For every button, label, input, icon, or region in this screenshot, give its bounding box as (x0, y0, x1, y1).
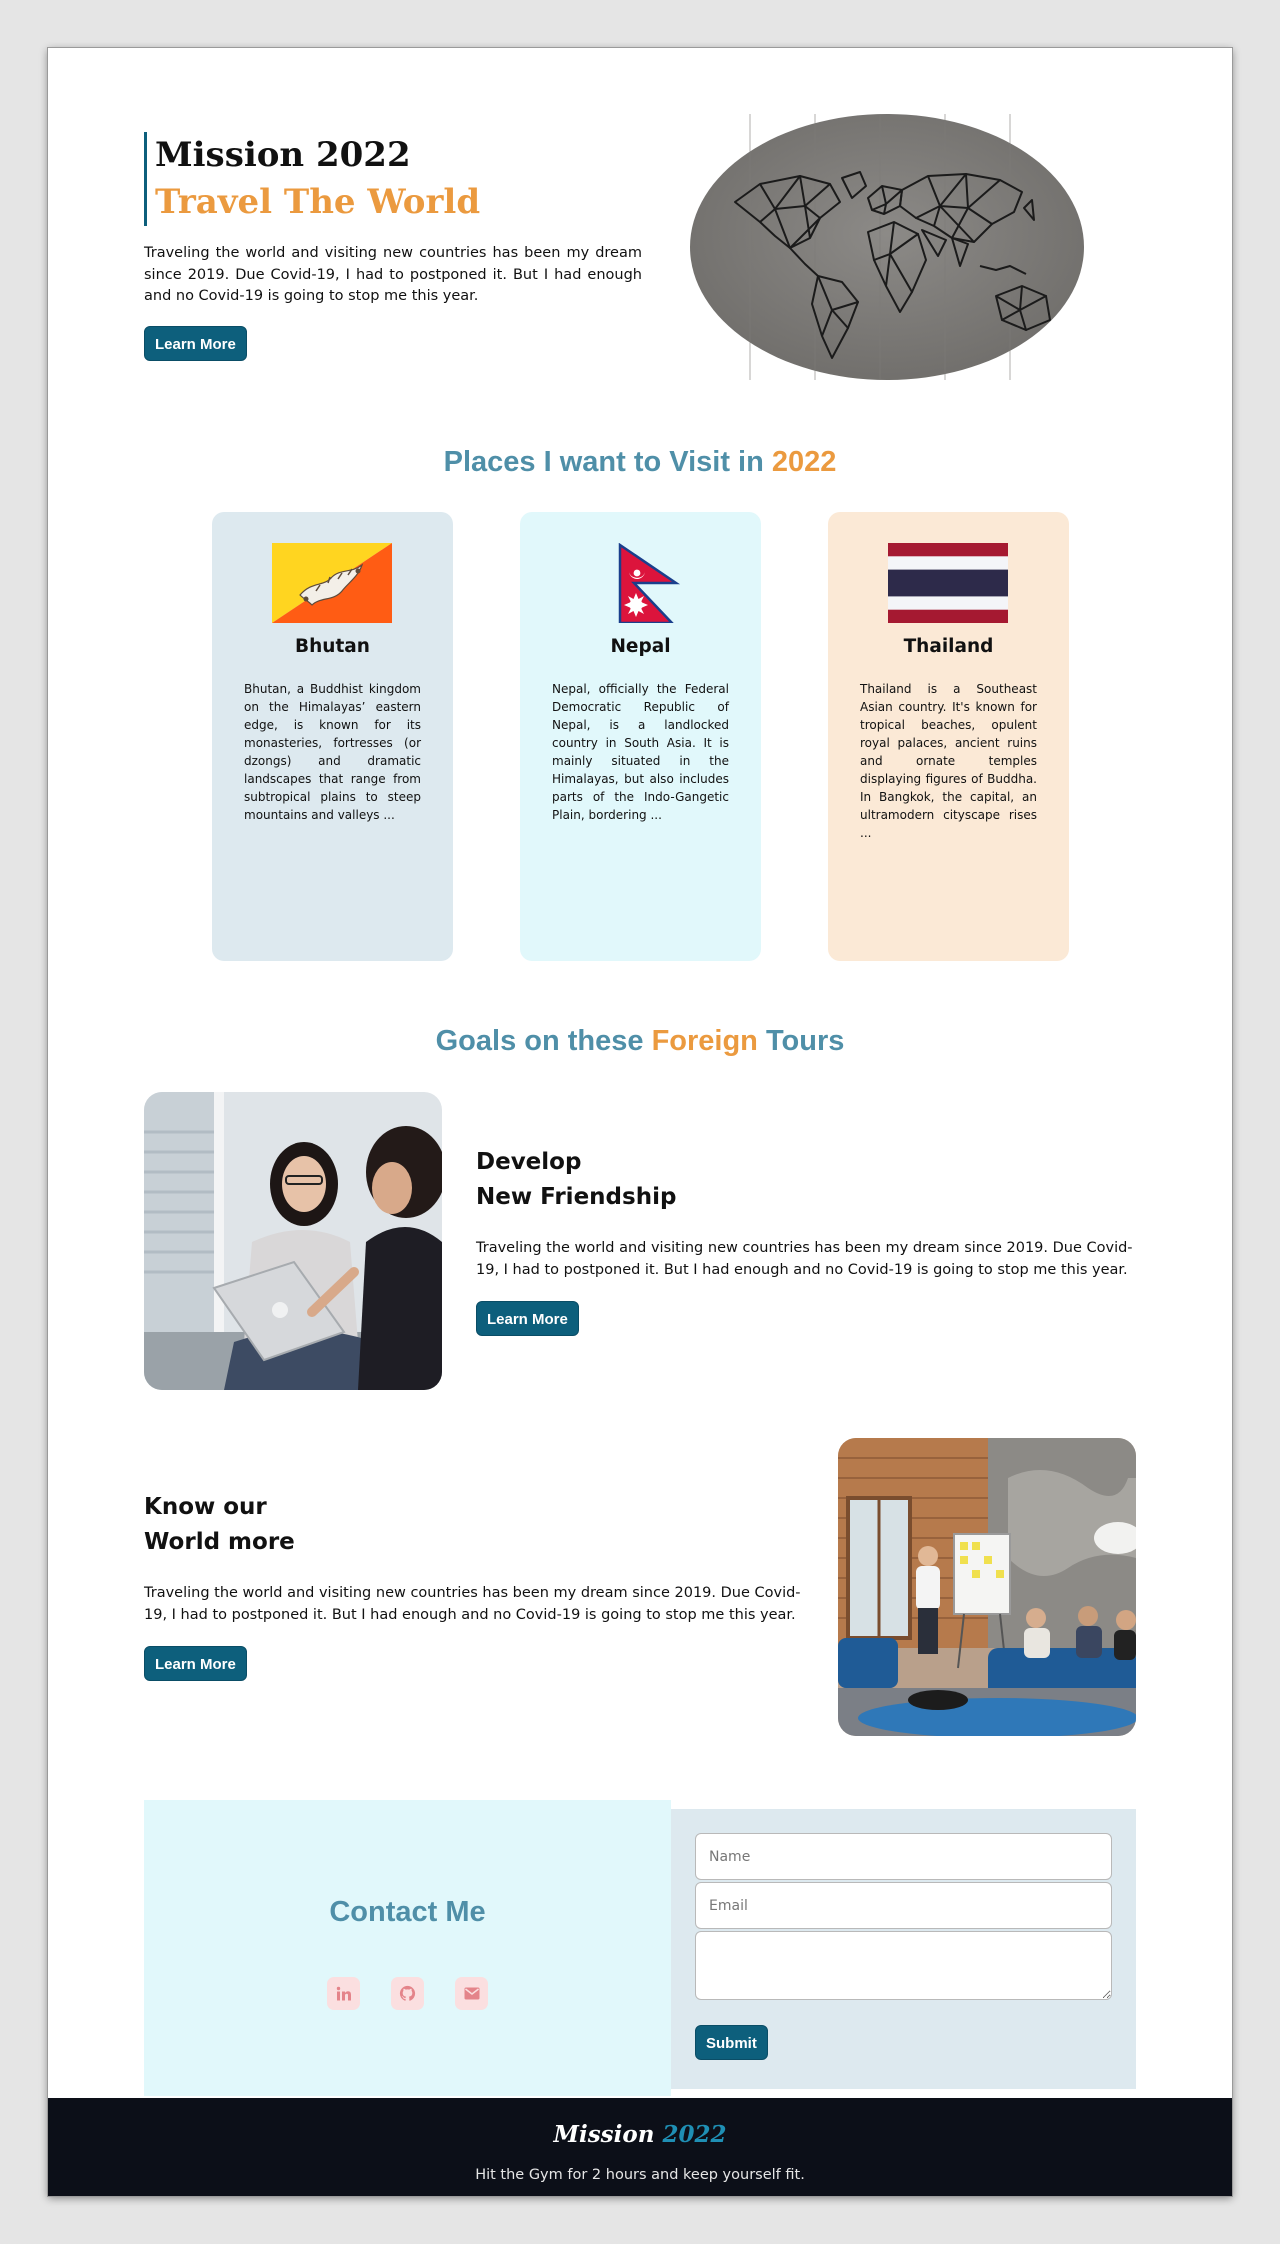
card-description: Bhutan, a Buddhist kingdom on the Himala… (244, 682, 421, 822)
footer-logo-word: Mission (553, 2121, 663, 2148)
card-description: Nepal, officially the Federal Democratic… (552, 682, 729, 822)
places-heading: Places I want to Visit in 2022 (48, 446, 1232, 479)
footer-logo-year: 2022 (662, 2121, 727, 2148)
footer-tagline: Hit the Gym for 2 hours and keep yoursel… (475, 2167, 805, 2183)
friends-laptop-photo (144, 1092, 442, 1390)
hero-title: Mission 2022 (155, 135, 411, 175)
contact-title: Contact Me (329, 1896, 486, 1928)
footer-logo: Mission 2022 (48, 2121, 1232, 2148)
hero-description: Traveling the world and visiting new cou… (144, 245, 642, 304)
message-field[interactable] (695, 1931, 1112, 2000)
world-map-image (690, 114, 1084, 380)
hero-subtitle: Travel The World (155, 182, 481, 222)
places-heading-main: Places I want to Visit in (443, 446, 772, 478)
place-card-thailand: Thailand Thailand is a Southeast Asian c… (828, 512, 1069, 961)
goal-title-line1: Know our (144, 1494, 267, 1520)
places-heading-year: 2022 (771, 446, 837, 478)
footer: Mission 2022 Hit the Gym for 2 hours and… (48, 2098, 1232, 2196)
goal-title-line2: World more (144, 1529, 295, 1555)
card-title: Thailand (903, 636, 994, 657)
submit-button[interactable]: Submit (695, 2025, 768, 2060)
linkedin-icon[interactable] (327, 1977, 360, 2010)
goal-description-friendship: Traveling the world and visiting new cou… (476, 1240, 1133, 1278)
place-card-bhutan: Bhutan Bhutan, a Buddhist kingdom on the… (212, 512, 453, 961)
office-meeting-photo (838, 1438, 1136, 1736)
goal-title-world: Know our World more (144, 1490, 295, 1560)
hero-learn-more-button[interactable]: Learn More (144, 326, 247, 361)
mail-icon[interactable] (455, 1977, 488, 2010)
goal-title-line2: New Friendship (476, 1184, 677, 1210)
github-icon[interactable] (391, 1977, 424, 2010)
email-field[interactable] (695, 1882, 1112, 1929)
goals-heading: Goals on these Foreign Tours (48, 1025, 1232, 1058)
friendship-learn-more-button[interactable]: Learn More (476, 1301, 579, 1336)
thailand-flag-image (888, 543, 1008, 623)
goals-heading-part1: Goals on these (435, 1025, 652, 1057)
card-title: Nepal (610, 636, 671, 657)
page: Mission 2022 Travel The World Traveling … (48, 48, 1232, 2196)
goal-title-line1: Develop (476, 1149, 582, 1175)
goal-description-world: Traveling the world and visiting new cou… (144, 1585, 801, 1623)
contact-panel: Contact Me (144, 1800, 671, 2096)
nepal-flag-image (618, 543, 681, 623)
goals-heading-accent: Foreign (651, 1025, 758, 1057)
goals-heading-part2: Tours (757, 1025, 845, 1057)
world-learn-more-button[interactable]: Learn More (144, 1646, 247, 1681)
hero-title-block: Mission 2022 Travel The World (144, 132, 480, 226)
place-card-nepal: Nepal Nepal, officially the Federal Demo… (520, 512, 761, 961)
name-field[interactable] (695, 1833, 1112, 1880)
card-title: Bhutan (295, 636, 370, 657)
card-description: Thailand is a Southeast Asian country. I… (860, 682, 1037, 840)
bhutan-flag-image (272, 543, 392, 623)
goal-title-friendship: Develop New Friendship (476, 1145, 676, 1215)
contact-form: Submit (671, 1809, 1136, 2089)
